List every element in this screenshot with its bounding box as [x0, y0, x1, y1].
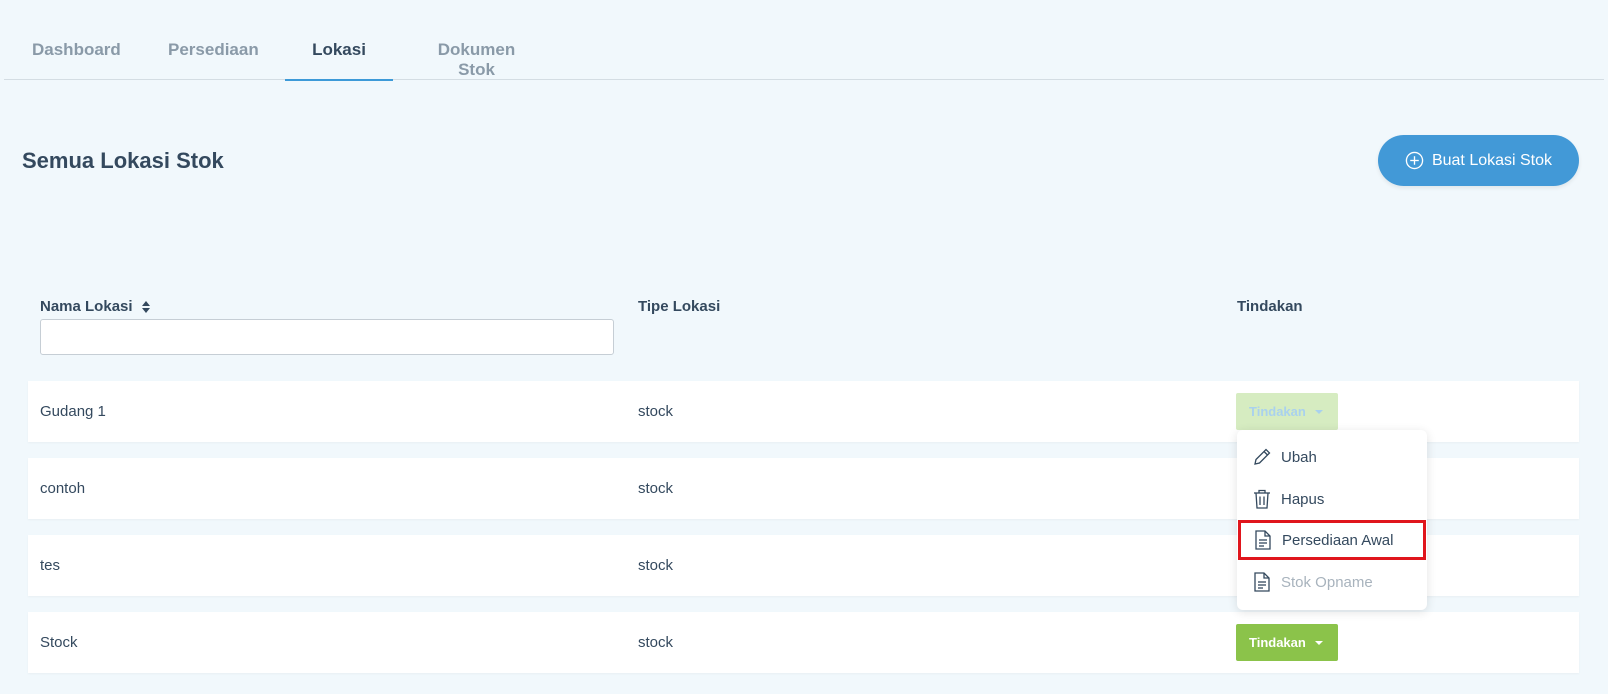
- menu-item-stok-opname[interactable]: Stok Opname: [1237, 562, 1427, 602]
- plus-circle-icon: [1405, 151, 1424, 170]
- tab-bar: Dashboard Persediaan Lokasi Dokumen Stok: [4, 0, 1604, 81]
- menu-item-label: Stok Opname: [1281, 573, 1373, 591]
- menu-item-persediaan-awal[interactable]: Persediaan Awal: [1238, 520, 1426, 560]
- menu-item-label: Persediaan Awal: [1282, 531, 1394, 549]
- actions-button-label: Tindakan: [1249, 635, 1306, 650]
- location-type: stock: [638, 557, 674, 574]
- menu-item-ubah[interactable]: Ubah: [1237, 437, 1427, 477]
- column-header-actions: Tindakan: [1237, 298, 1303, 315]
- page-title: Semua Lokasi Stok: [22, 148, 224, 173]
- tab-persediaan[interactable]: Persediaan: [168, 40, 259, 80]
- create-location-button[interactable]: Buat Lokasi Stok: [1378, 135, 1579, 186]
- menu-item-hapus[interactable]: Hapus: [1237, 479, 1427, 519]
- location-name: contoh: [40, 480, 86, 497]
- location-name: Stock: [40, 634, 78, 651]
- table-row: Stock stock Tindakan: [28, 612, 1579, 673]
- column-header-type: Tipe Lokasi: [638, 298, 721, 315]
- document-icon: [1255, 530, 1271, 550]
- tab-dashboard[interactable]: Dashboard: [32, 40, 121, 80]
- edit-icon: [1254, 448, 1271, 465]
- document-icon: [1254, 572, 1270, 592]
- caret-down-icon: [1314, 409, 1323, 414]
- name-filter-input[interactable]: [40, 319, 614, 355]
- location-name: tes: [40, 557, 61, 574]
- menu-item-label: Ubah: [1281, 448, 1317, 466]
- actions-menu: Ubah Hapus Persediaan Awal Stok Opname: [1237, 430, 1427, 610]
- location-name: Gudang 1: [40, 403, 106, 420]
- sort-icon[interactable]: [141, 300, 151, 314]
- column-header-name-label: Nama Lokasi: [40, 298, 133, 315]
- trash-icon: [1254, 489, 1270, 509]
- location-type: stock: [638, 403, 674, 420]
- create-location-label: Buat Lokasi Stok: [1431, 151, 1553, 169]
- actions-button-label: Tindakan: [1249, 404, 1306, 419]
- tab-dokumen-stok[interactable]: Dokumen Stok: [419, 40, 534, 80]
- location-type: stock: [638, 634, 674, 651]
- caret-down-icon: [1314, 640, 1323, 645]
- actions-dropdown-button[interactable]: Tindakan: [1236, 393, 1338, 430]
- column-header-name[interactable]: Nama Lokasi: [40, 298, 151, 315]
- tab-lokasi[interactable]: Lokasi: [285, 40, 393, 81]
- location-type: stock: [638, 480, 674, 497]
- menu-item-label: Hapus: [1281, 490, 1325, 508]
- actions-dropdown-button[interactable]: Tindakan: [1236, 624, 1338, 661]
